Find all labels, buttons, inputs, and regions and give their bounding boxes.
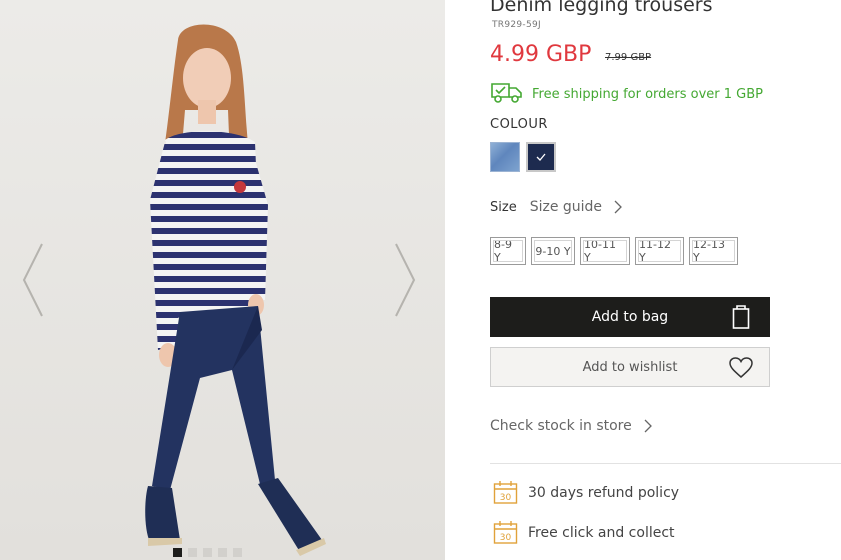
refund-policy-text: 30 days refund policy <box>528 484 680 501</box>
calendar-icon-text: 30 <box>500 533 512 543</box>
divider <box>490 463 841 464</box>
shopping-bag-icon <box>732 305 750 329</box>
calendar-icon: 30 <box>493 521 518 544</box>
product-photo <box>0 0 445 560</box>
size-options: 8-9 Y 9-10 Y 10-11 Y 11-12 Y 12-13 Y <box>490 237 738 265</box>
gallery-dot[interactable] <box>218 548 227 557</box>
product-title: Denim legging trousers <box>490 0 713 16</box>
previous-image-arrow[interactable] <box>18 240 48 320</box>
free-shipping-banner: Free shipping for orders over 1 GBP <box>490 80 763 108</box>
gallery-pagination <box>173 548 242 557</box>
feature-click-and-collect: 30 Free click and collect <box>493 520 675 545</box>
size-option[interactable]: 11-12 Y <box>635 237 684 265</box>
product-details: Denim legging trousers TR929-59J 4.99 GB… <box>490 0 841 560</box>
gallery-dot[interactable] <box>203 548 212 557</box>
size-row: Size Size guide <box>490 199 622 215</box>
old-price: 7.99 GBP <box>605 52 652 63</box>
gallery-dot[interactable] <box>233 548 242 557</box>
size-option[interactable]: 8-9 Y <box>490 237 526 265</box>
size-guide-link[interactable]: Size guide <box>530 199 602 215</box>
size-label: Size <box>490 199 517 215</box>
colour-swatches <box>490 142 556 172</box>
check-icon <box>536 153 546 161</box>
colour-label: COLOUR <box>490 117 548 132</box>
next-image-arrow[interactable] <box>390 240 420 320</box>
check-stock-link[interactable]: Check stock in store <box>490 418 652 434</box>
size-option[interactable]: 12-13 Y <box>689 237 738 265</box>
size-option[interactable]: 10-11 Y <box>580 237 630 265</box>
calendar-icon-text: 30 <box>500 493 512 503</box>
calendar-icon: 30 <box>493 481 518 504</box>
click-and-collect-text: Free click and collect <box>528 524 675 541</box>
swatch-light-denim[interactable] <box>490 142 520 172</box>
add-to-bag-label: Add to bag <box>591 309 669 325</box>
check-stock-label: Check stock in store <box>490 418 632 434</box>
chevron-right-icon <box>644 419 652 433</box>
add-to-wishlist-button[interactable]: Add to wishlist <box>490 347 770 387</box>
free-shipping-text: Free shipping for orders over 1 GBP <box>532 86 764 102</box>
gallery-dot[interactable] <box>188 548 197 557</box>
size-option[interactable]: 9-10 Y <box>531 237 575 265</box>
swatch-navy[interactable] <box>526 142 556 172</box>
chevron-right-icon[interactable] <box>614 200 622 214</box>
heart-icon <box>729 357 753 378</box>
product-sku: TR929-59J <box>492 20 541 30</box>
add-to-bag-button[interactable]: Add to bag <box>490 297 770 337</box>
add-to-wishlist-label: Add to wishlist <box>582 359 678 375</box>
truck-icon <box>490 80 523 108</box>
feature-refund-policy: 30 30 days refund policy <box>493 480 679 505</box>
current-price: 4.99 GBP <box>490 42 592 67</box>
product-gallery <box>0 0 445 560</box>
gallery-dot[interactable] <box>173 548 182 557</box>
